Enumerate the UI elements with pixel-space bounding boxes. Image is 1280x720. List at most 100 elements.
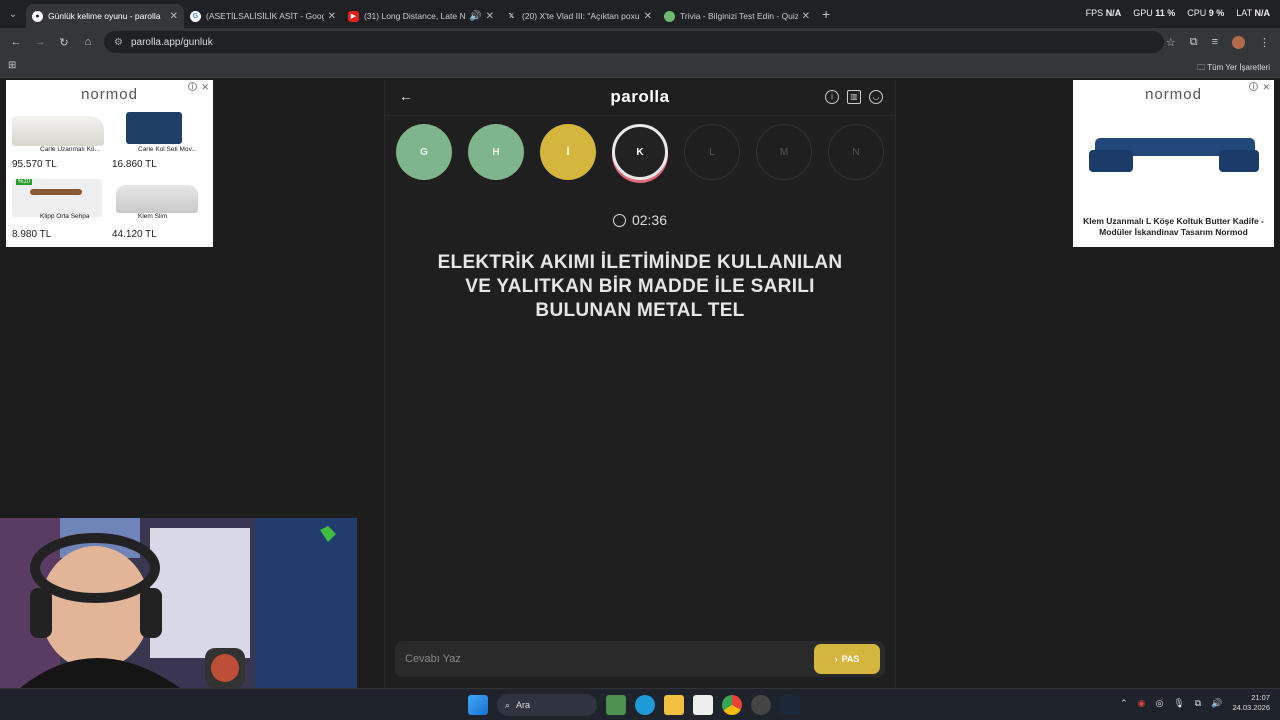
record-icon[interactable]: ◉ [1138,698,1146,709]
browser-tab-bar: ⌄ ● Günlük kelime oyunu - parolla ✕ G (A… [0,0,1280,28]
bookmark-star-icon[interactable]: ☆ [1166,36,1176,49]
search-icon: ⌕ [505,699,511,710]
store-icon[interactable] [693,695,713,715]
corner-sofa-image [1085,134,1263,174]
timer-value: 02:36 [631,212,668,228]
microphone-icon[interactable]: 🎙 [1173,698,1184,709]
tray-chevron-icon[interactable]: ⌃ [1120,698,1128,709]
parolla-favicon-icon: ● [32,10,43,22]
game-header: ← parolla i ▥ ◡ [385,80,895,116]
left-ad-banner[interactable]: normod i ✕ Carle Uzanmalı Kö... 95.570 T… [6,80,213,247]
ad-product-name: Carle Uzanmalı Kö... [40,146,100,153]
cpu-label: CPU [1187,8,1207,18]
url-field[interactable]: ⚙ parolla.app/gunluk [104,31,1164,53]
start-windows-icon[interactable] [468,695,488,715]
close-tab-icon[interactable]: ✕ [644,11,652,22]
tab-title: Trivia - Bilginizi Test Edin - Quiz [680,11,798,21]
tab-title: Günlük kelime oyunu - parolla [48,11,161,21]
clock-icon [612,214,626,227]
ad-product-name: Klem Slim [138,213,168,220]
app-tray-icon[interactable]: ◎ [1156,698,1164,709]
back-arrow-icon[interactable]: ← [4,36,28,48]
steam-icon[interactable] [780,695,800,715]
ad-product[interactable]: %10 Klipp Orta Sehpa 8.980 TL [12,179,104,241]
volume-icon[interactable]: 🔊 [1211,698,1222,709]
all-bookmarks-link[interactable]: 🗀 Tüm Yer İşaretleri [1197,62,1270,76]
letter-bubble: G [396,124,452,180]
pass-button[interactable]: › PAS [814,644,880,674]
tab-trivia[interactable]: Trivia - Bilginizi Test Edin - Quiz ✕ [658,4,816,28]
menu-kebab-icon[interactable]: ⋮ [1259,36,1270,49]
close-tab-icon[interactable]: ✕ [486,11,494,22]
x-favicon-icon: 𝕏 [508,13,515,20]
tab-youtube[interactable]: ▶ (31) Long Distance, Late Ni 🔊 ✕ [342,4,500,28]
search-label: Ara [516,700,531,710]
edge-icon[interactable] [635,695,655,715]
timer: 02:36 [385,212,895,228]
letter-bubble: N [828,124,884,180]
ad-product[interactable]: Carle Uzanmalı Kö... 95.570 TL [12,112,104,170]
parolla-game-panel: ← parolla i ▥ ◡ G H İ K L M N 02:36 ELEK… [384,80,896,688]
ad-product-price: 16.860 TL [112,159,157,170]
ad-close-icon[interactable]: ✕ [1262,82,1270,93]
letter-bubble: İ [540,124,596,180]
answer-bar: › PAS [395,641,885,677]
ad-close-icon[interactable]: ✕ [201,82,209,93]
tab-title: (31) Long Distance, Late Ni [364,11,466,21]
ad-product[interactable]: Carle Kol Seti Mov... 16.860 TL [112,112,210,170]
close-tab-icon[interactable]: ✕ [328,11,336,22]
letter-bubble: H [468,124,524,180]
close-tab-icon[interactable]: ✕ [170,11,178,22]
reload-icon[interactable]: ↻ [52,36,76,49]
url-text: parolla.app/gunluk [130,36,213,48]
apps-grid-icon[interactable]: ⊞ [8,60,16,71]
profile-avatar[interactable] [1232,35,1245,49]
google-favicon-icon: G [190,10,201,22]
address-bar-row: ← → ↻ ⌂ ⚙ parolla.app/gunluk ☆ ⧉ ≡ ⋮ [0,28,1280,56]
ad-product-price: 44.120 TL [112,229,157,240]
speaker-icon[interactable]: 🔊 [469,11,481,22]
widgets-icon[interactable] [606,695,626,715]
system-stats-overlay: FPS N/A GPU 11 % CPU 9 % LAT N/A [1086,8,1270,18]
extensions-icon[interactable]: ⧉ [1190,36,1198,49]
chrome-icon[interactable] [722,695,742,715]
home-icon[interactable]: ⌂ [76,36,100,48]
taskbar-clock[interactable]: 21:07 24.03.2026 [1232,693,1270,713]
lat-value: N/A [1254,8,1271,18]
bookmarks-bar: ⊞ 🗀 Tüm Yer İşaretleri [0,56,1280,78]
lat-label: LAT [1236,8,1252,18]
pass-label: PAS [841,654,860,664]
ad-info-icon[interactable]: i [188,82,197,91]
info-icon[interactable]: i [825,90,839,104]
parolla-logo: parolla [610,87,670,106]
letter-bubble: M [756,124,812,180]
answer-input[interactable] [405,649,785,669]
user-profile-icon[interactable]: ◡ [869,90,883,104]
tab-google[interactable]: G (ASETİLSALİSİLİK ASİT - Google ✕ [184,4,342,28]
ad-product-name: Klipp Orta Sehpa [40,213,90,220]
file-explorer-icon[interactable] [664,695,684,715]
sofa-image [116,185,198,213]
right-ad-banner[interactable]: normod i ✕ Klem Uzanmalı L Köşe Koltuk B… [1073,80,1274,247]
sofa-image [12,116,104,146]
ad-brand-logo: normod [81,86,138,103]
webcam-overlay [0,518,357,688]
tab-parolla[interactable]: ● Günlük kelime oyunu - parolla ✕ [26,4,184,28]
network-icon[interactable]: ⧉ [1195,698,1201,709]
discount-badge: %10 [16,179,33,185]
ad-info-icon[interactable]: i [1249,82,1258,91]
site-settings-icon[interactable]: ⚙ [114,37,123,48]
ad-product[interactable]: Klem Slim 44.120 TL [112,179,210,241]
tab-x[interactable]: 𝕏 (20) X'te Vlad III: "Açıktan poxu ✕ [500,4,658,28]
tab-search-icon[interactable]: ⌄ [0,0,26,28]
forward-arrow-icon[interactable]: → [28,36,52,48]
new-tab-icon[interactable]: + [822,6,830,22]
chevron-right-icon: › [834,654,838,664]
close-tab-icon[interactable]: ✕ [802,11,810,22]
obs-icon[interactable] [751,695,771,715]
ad-title: Klem Uzanmalı L Köşe Koltuk Butter Kadif… [1083,216,1264,237]
taskbar-search[interactable]: ⌕ Ara [497,694,597,716]
question-text: ELEKTRİK AKIMI İLETİMİNDE KULLANILAN VE … [437,252,843,321]
media-icon[interactable]: ≡ [1212,36,1218,48]
stats-chart-icon[interactable]: ▥ [847,90,861,104]
